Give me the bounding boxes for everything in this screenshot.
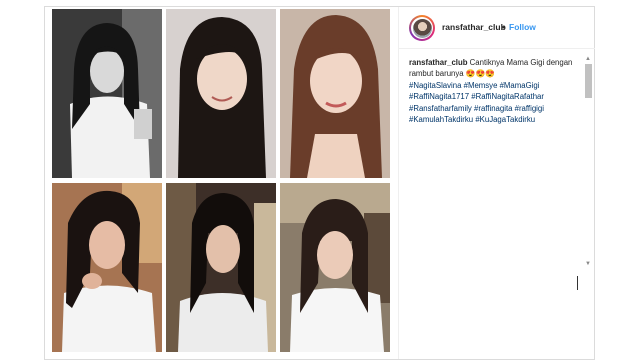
hashtag[interactable]: #KuJagaTakdirku	[475, 115, 535, 124]
hashtag[interactable]: #Memsye	[464, 81, 498, 90]
instagram-post: ransfathar_club • Follow ransfathar_club…	[44, 6, 595, 360]
scroll-down-arrow-icon[interactable]: ▼	[585, 261, 591, 267]
hashtag[interactable]: #MamaGigi	[500, 81, 540, 90]
text-cursor	[577, 276, 578, 290]
scroll-thumb[interactable]	[585, 64, 592, 98]
separator-dot: •	[502, 22, 505, 32]
hashtag[interactable]: #raffinagita	[474, 104, 512, 113]
photo-tile-3	[280, 9, 390, 178]
photo-tile-6	[280, 183, 390, 352]
hashtag[interactable]: #RaffiNagita1717	[409, 92, 469, 101]
photo-tile-2	[166, 9, 276, 178]
photo-tile-5	[166, 183, 276, 352]
hashtag[interactable]: #raffigigi	[515, 104, 544, 113]
hashtag[interactable]: #NagitaSlavina	[409, 81, 461, 90]
photo-tile-4	[52, 183, 162, 352]
scroll-up-arrow-icon[interactable]: ▲	[585, 56, 591, 62]
photo-collage[interactable]	[45, 7, 395, 359]
avatar[interactable]	[409, 15, 435, 41]
post-sidebar: ransfathar_club • Follow ransfathar_club…	[398, 7, 595, 359]
post-caption: ransfathar_club Cantiknya Mama Gigi deng…	[409, 57, 579, 125]
photo-tile-1	[52, 9, 162, 178]
hashtag[interactable]: #Ransfatharfamily	[409, 104, 472, 113]
caption-username[interactable]: ransfathar_club	[409, 58, 468, 67]
post-header: ransfathar_club • Follow	[399, 7, 595, 49]
hashtag[interactable]: #KamulahTakdirku	[409, 115, 473, 124]
username-link[interactable]: ransfathar_club	[442, 22, 506, 32]
hashtag[interactable]: #RaffiNagitaRafathar	[471, 92, 544, 101]
hashtag-list: #NagitaSlavina #Memsye #MamaGigi #RaffiN…	[409, 80, 579, 126]
caption-scrollbar[interactable]: ▲ ▼	[584, 56, 593, 270]
follow-button[interactable]: Follow	[509, 22, 536, 32]
